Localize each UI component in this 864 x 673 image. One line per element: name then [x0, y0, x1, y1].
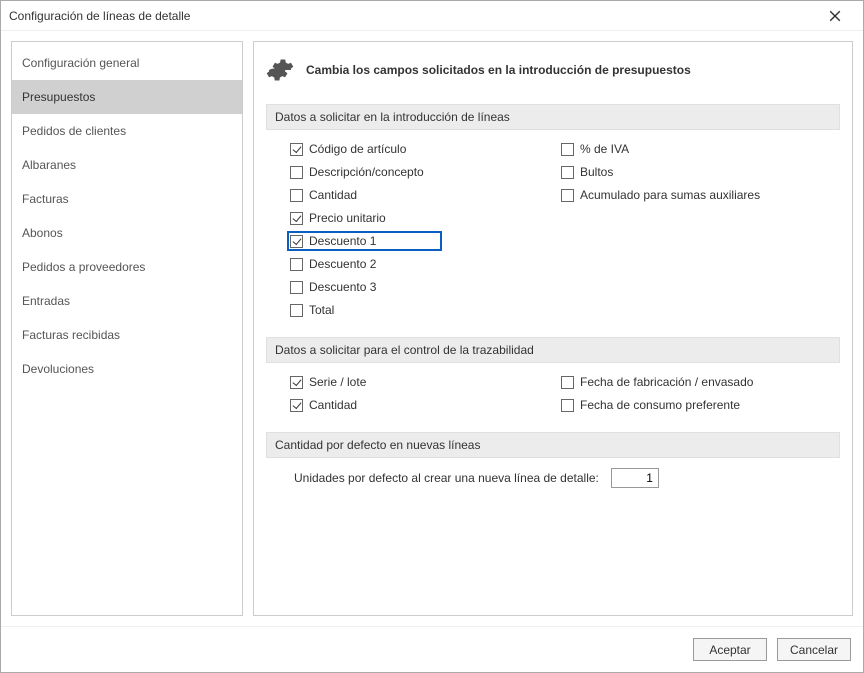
checkbox[interactable]	[290, 258, 303, 271]
checkbox-label: Precio unitario	[309, 211, 386, 225]
checkbox-label: Acumulado para sumas auxiliares	[580, 188, 760, 202]
sidebar-item[interactable]: Pedidos a proveedores	[12, 250, 242, 284]
section1-header: Datos a solicitar en la introducción de …	[266, 104, 840, 130]
titlebar: Configuración de líneas de detalle	[1, 1, 863, 31]
section2-body: Serie / lote Cantidad Fecha de fabricació…	[266, 363, 840, 426]
sidebar-item[interactable]: Devoluciones	[12, 352, 242, 386]
checkbox[interactable]	[290, 143, 303, 156]
checkbox[interactable]	[290, 399, 303, 412]
checkbox-row: Cantidad	[290, 186, 561, 204]
default-units-input[interactable]	[611, 468, 659, 488]
checkbox[interactable]	[561, 376, 574, 389]
checkbox-label: % de IVA	[580, 142, 629, 156]
section1-body: Código de artículo Descripción/concepto Ca…	[266, 130, 840, 331]
checkbox[interactable]	[561, 399, 574, 412]
checkbox-label: Fecha de fabricación / envasado	[580, 375, 753, 389]
sidebar-item[interactable]: Facturas recibidas	[12, 318, 242, 352]
checkbox-label: Descuento 1	[309, 234, 376, 248]
sidebar-item[interactable]: Facturas	[12, 182, 242, 216]
checkbox-label: Descuento 2	[309, 257, 376, 271]
window: Configuración de líneas de detalle Confi…	[0, 0, 864, 673]
checkbox[interactable]	[290, 189, 303, 202]
checkbox[interactable]	[290, 304, 303, 317]
checkbox-label: Total	[309, 303, 334, 317]
sidebar-item[interactable]: Presupuestos	[12, 80, 242, 114]
window-title: Configuración de líneas de detalle	[9, 9, 815, 23]
gear-icon	[266, 56, 294, 84]
section2-header: Datos a solicitar para el control de la …	[266, 337, 840, 363]
sidebar-item[interactable]: Configuración general	[12, 46, 242, 80]
checkbox-row: Cantidad	[290, 396, 561, 414]
section3-body: Unidades por defecto al crear una nueva …	[266, 458, 840, 500]
checkbox-row: Descuento 1	[290, 232, 561, 250]
checkbox-row: Fecha de consumo preferente	[561, 396, 832, 414]
section3-header: Cantidad por defecto en nuevas líneas	[266, 432, 840, 458]
close-icon	[829, 10, 841, 22]
checkbox-row: Serie / lote	[290, 373, 561, 391]
checkbox[interactable]	[290, 376, 303, 389]
close-button[interactable]	[815, 1, 855, 31]
checkbox-row: % de IVA	[561, 140, 832, 158]
checkbox-label: Descuento 3	[309, 280, 376, 294]
checkbox[interactable]	[561, 143, 574, 156]
checkbox-row: Acumulado para sumas auxiliares	[561, 186, 832, 204]
sidebar: Configuración generalPresupuestosPedidos…	[11, 41, 243, 616]
checkbox[interactable]	[561, 166, 574, 179]
main-header-text: Cambia los campos solicitados en la intr…	[306, 63, 691, 77]
sidebar-item[interactable]: Albaranes	[12, 148, 242, 182]
checkbox-row: Fecha de fabricación / envasado	[561, 373, 832, 391]
checkbox[interactable]	[290, 166, 303, 179]
checkbox-row: Descripción/concepto	[290, 163, 561, 181]
checkbox-label: Cantidad	[309, 188, 357, 202]
checkbox[interactable]	[290, 235, 303, 248]
cancel-button[interactable]: Cancelar	[777, 638, 851, 661]
sidebar-item[interactable]: Abonos	[12, 216, 242, 250]
main-panel: Cambia los campos solicitados en la intr…	[253, 41, 853, 616]
main-header: Cambia los campos solicitados en la intr…	[266, 56, 840, 98]
checkbox-label: Código de artículo	[309, 142, 406, 156]
checkbox-label: Fecha de consumo preferente	[580, 398, 740, 412]
checkbox-row: Bultos	[561, 163, 832, 181]
body: Configuración generalPresupuestosPedidos…	[1, 31, 863, 626]
checkbox[interactable]	[561, 189, 574, 202]
sidebar-item[interactable]: Pedidos de clientes	[12, 114, 242, 148]
checkbox-row: Código de artículo	[290, 140, 561, 158]
checkbox-label: Bultos	[580, 165, 613, 179]
checkbox-label: Serie / lote	[309, 375, 366, 389]
checkbox-label: Cantidad	[309, 398, 357, 412]
accept-button[interactable]: Aceptar	[693, 638, 767, 661]
footer: Aceptar Cancelar	[1, 626, 863, 672]
checkbox-row: Precio unitario	[290, 209, 561, 227]
checkbox-row: Descuento 2	[290, 255, 561, 273]
default-units-label: Unidades por defecto al crear una nueva …	[294, 471, 599, 485]
checkbox-row: Total	[290, 301, 561, 319]
checkbox-label: Descripción/concepto	[309, 165, 424, 179]
checkbox-row: Descuento 3	[290, 278, 561, 296]
checkbox[interactable]	[290, 212, 303, 225]
checkbox[interactable]	[290, 281, 303, 294]
sidebar-item[interactable]: Entradas	[12, 284, 242, 318]
